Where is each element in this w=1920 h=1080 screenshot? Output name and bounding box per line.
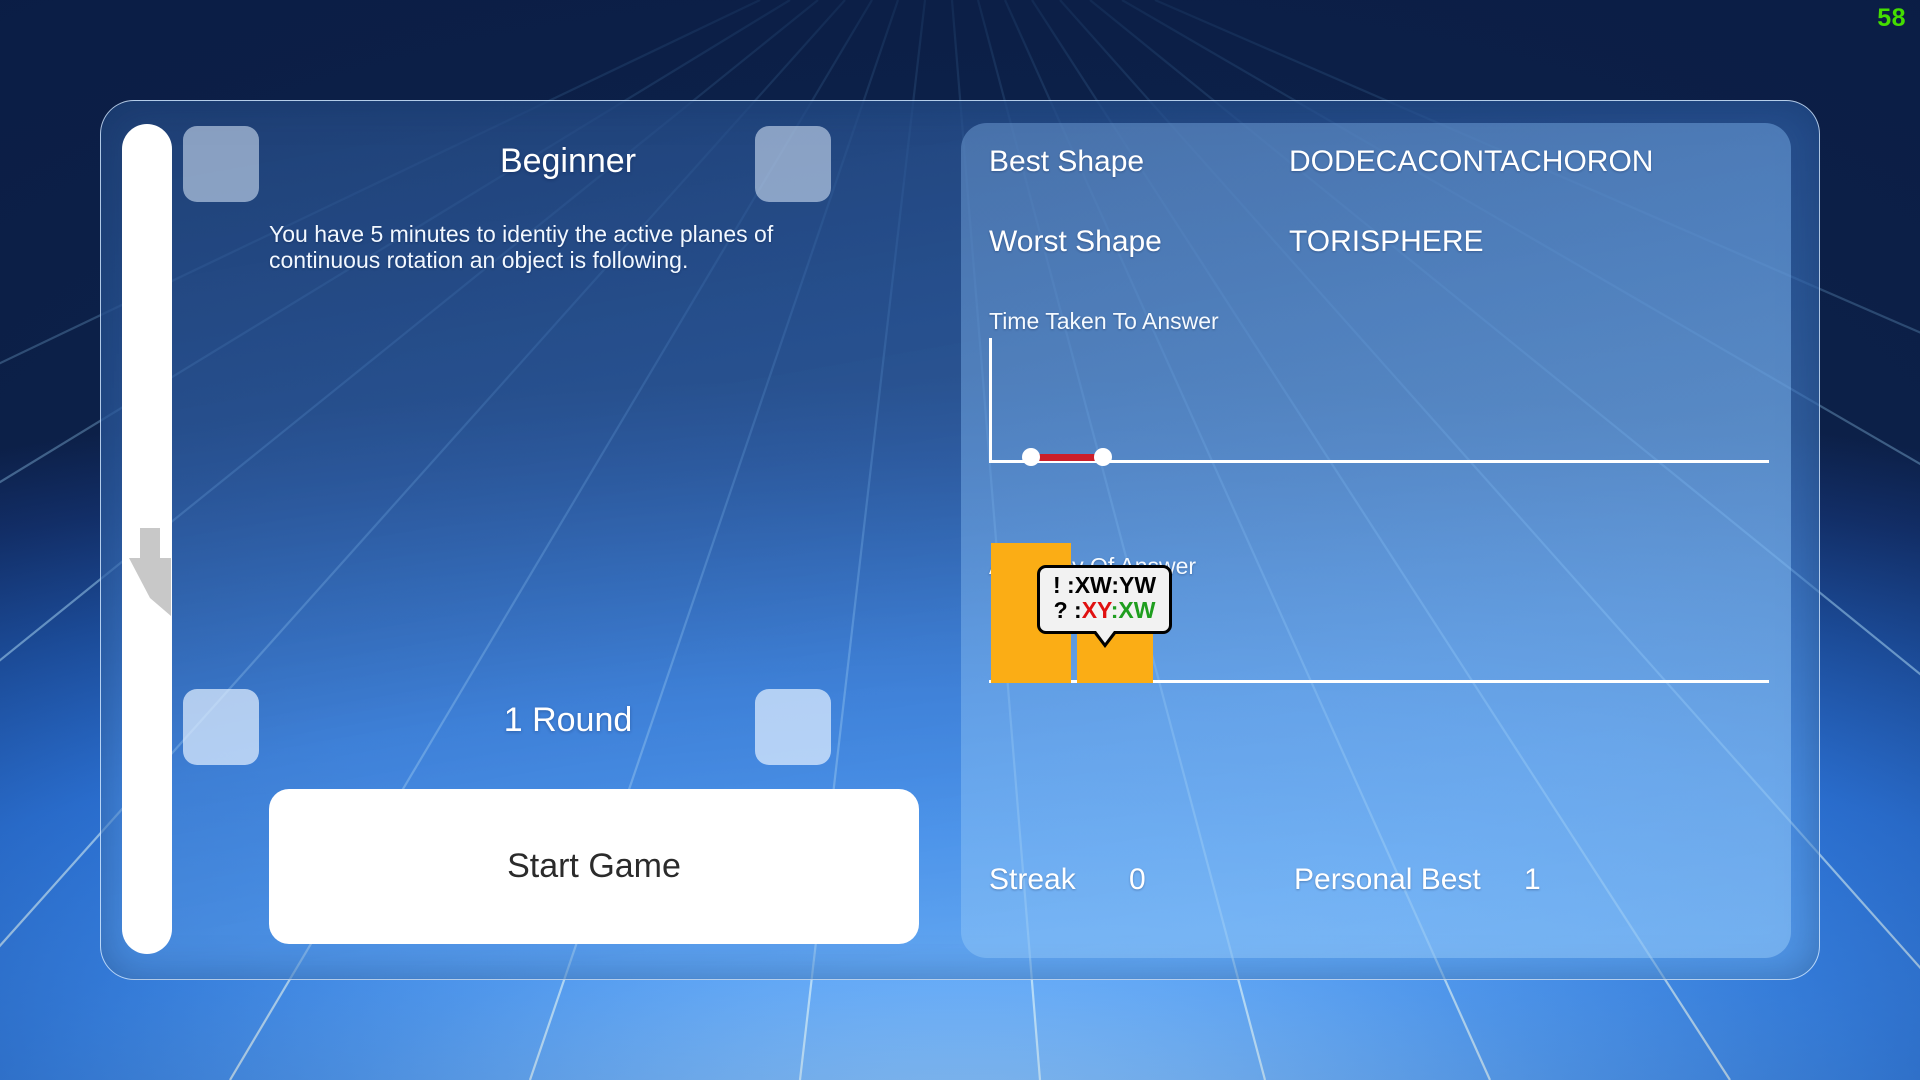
main-menu-panel: Beginner You have 5 minutes to identiy t… bbox=[100, 100, 1820, 980]
time-chart-title: Time Taken To Answer bbox=[989, 308, 1219, 334]
best-shape-label: Best Shape bbox=[989, 145, 1145, 178]
tooltip-answer-wrong: XY bbox=[1081, 597, 1111, 624]
time-chart-line-segment bbox=[1031, 454, 1101, 461]
tooltip-correct-value: XW:YW bbox=[1074, 572, 1157, 598]
time-chart-plot bbox=[989, 338, 1769, 466]
worst-shape-row: Worst Shape TORISPHERE bbox=[989, 225, 1769, 271]
personal-best-value: 1 bbox=[1524, 863, 1541, 896]
best-shape-value: DODECACONTACHORON bbox=[1289, 145, 1654, 178]
fps-counter: 58 bbox=[1877, 4, 1906, 32]
best-shape-row: Best Shape DODECACONTACHORON bbox=[989, 145, 1769, 191]
difficulty-description: You have 5 minutes to identiy the active… bbox=[269, 221, 774, 274]
tooltip-correct-prefix: ! : bbox=[1053, 572, 1075, 598]
start-game-button[interactable]: Start Game bbox=[269, 789, 919, 944]
time-chart-point bbox=[1094, 448, 1112, 466]
tooltip-answer-prefix: ? : bbox=[1053, 597, 1082, 624]
tooltip-line-answer: ? :XY:XW bbox=[1053, 598, 1156, 623]
time-taken-line-chart bbox=[989, 338, 1769, 466]
streak-label: Streak bbox=[989, 863, 1076, 896]
worst-shape-value: TORISPHERE bbox=[1289, 225, 1484, 258]
tooltip-answer-correct: XW bbox=[1118, 597, 1156, 624]
worst-shape-label: Worst Shape bbox=[989, 225, 1162, 258]
personal-best-label: Personal Best bbox=[1294, 863, 1481, 896]
difficulty-next-button[interactable] bbox=[755, 126, 831, 202]
streak-value: 0 bbox=[1129, 863, 1146, 896]
difficulty-label: Beginner bbox=[499, 142, 637, 180]
tooltip-tail-fill bbox=[1095, 630, 1114, 643]
bottom-stats-row: Streak 0 Personal Best 1 bbox=[989, 863, 1779, 913]
answer-tooltip: ! :XW:YW ? :XY:XW bbox=[1037, 565, 1173, 648]
cursor-arrow-icon[interactable] bbox=[127, 524, 173, 620]
accuracy-bar-chart: ! :XW:YW ? :XY:XW bbox=[989, 543, 1769, 683]
difficulty-selector: Beginner bbox=[183, 126, 953, 206]
rounds-next-button[interactable] bbox=[755, 689, 831, 765]
time-chart-point bbox=[1022, 448, 1040, 466]
stats-card: Best Shape DODECACONTACHORON Worst Shape… bbox=[961, 123, 1791, 958]
menu-left-column: Beginner You have 5 minutes to identiy t… bbox=[183, 101, 953, 981]
tooltip-line-correct: ! :XW:YW bbox=[1053, 572, 1157, 598]
vertical-scrollbar[interactable] bbox=[122, 124, 172, 954]
rounds-label: 1 Round bbox=[503, 701, 633, 739]
rounds-selector: 1 Round bbox=[183, 689, 953, 769]
